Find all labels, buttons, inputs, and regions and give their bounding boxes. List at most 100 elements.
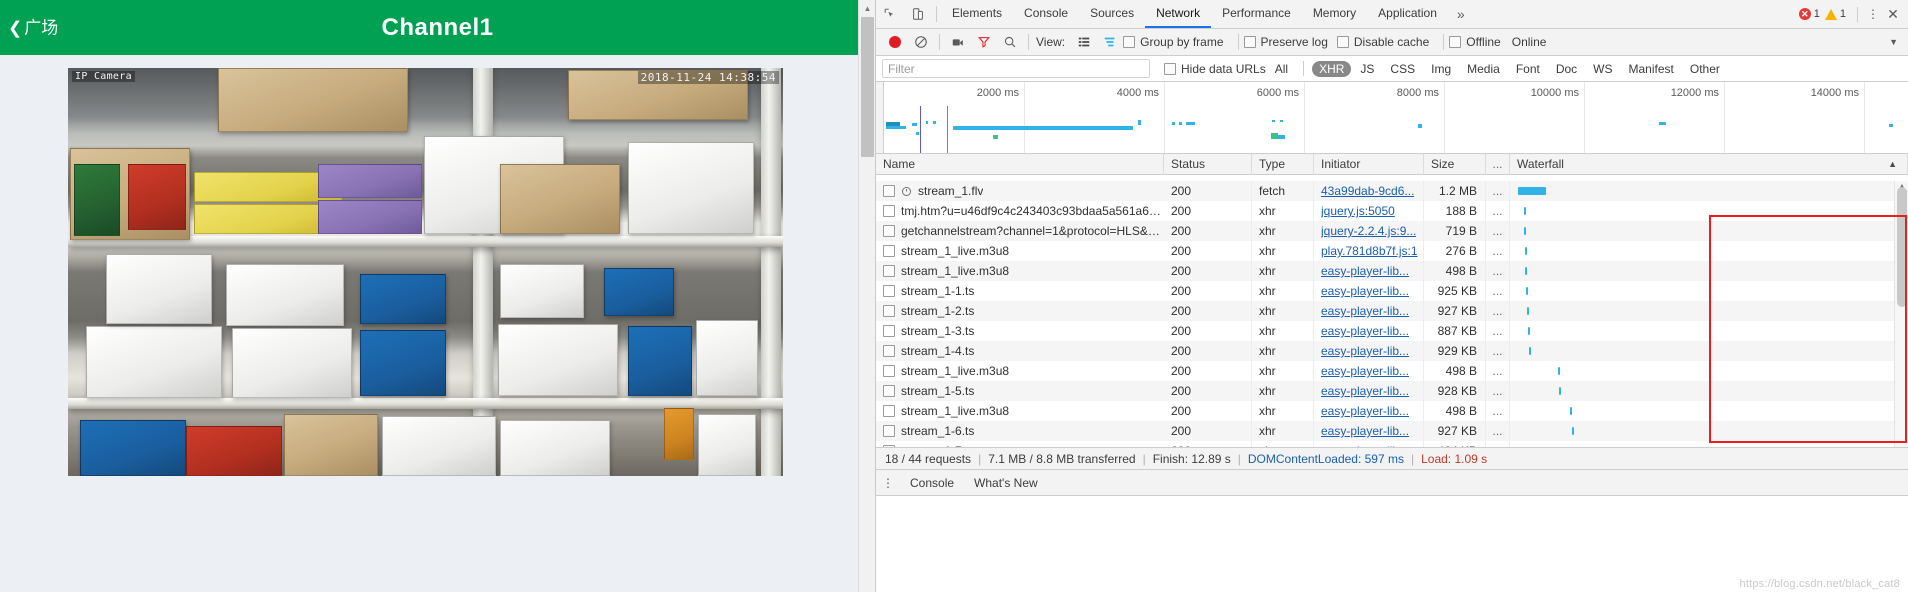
initiator-link[interactable]: easy-player-lib... (1321, 344, 1409, 358)
resource-filter-js[interactable]: JS (1353, 61, 1381, 77)
request-initiator[interactable]: jquery-2.2.4.js:9... (1314, 221, 1424, 241)
request-name-cell[interactable]: stream_1_live.m3u8 (876, 364, 1164, 378)
table-row[interactable]: tmj.htm?u=u46df9c4c243403c93bdaa5a561a69… (876, 201, 1908, 221)
initiator-link[interactable]: easy-player-lib... (1321, 384, 1409, 398)
table-row[interactable]: getchannelstream?channel=1&protocol=HLS&… (876, 221, 1908, 241)
back-button[interactable]: ❮ 广场 (8, 19, 58, 36)
column-header-overflow[interactable]: ... (1486, 153, 1510, 175)
requests-table-scrollbar[interactable]: ▲ (1894, 181, 1908, 447)
initiator-link[interactable]: easy-player-lib... (1321, 304, 1409, 318)
clear-button[interactable] (908, 31, 934, 53)
tab-sources[interactable]: Sources (1079, 0, 1145, 28)
scroll-up-arrow-icon[interactable]: ▲ (859, 0, 875, 17)
request-initiator[interactable]: easy-player-lib... (1314, 261, 1424, 281)
resource-filter-xhr[interactable]: XHR (1312, 60, 1352, 77)
request-name-cell[interactable]: getchannelstream?channel=1&protocol=HLS&… (876, 224, 1164, 238)
initiator-link[interactable]: easy-player-lib... (1321, 284, 1409, 298)
tab-performance[interactable]: Performance (1211, 0, 1302, 28)
row-checkbox[interactable] (883, 365, 895, 377)
request-name-cell[interactable]: stream_1-1.ts (876, 284, 1164, 298)
request-name-cell[interactable]: stream_1.flv (876, 184, 1164, 198)
request-name-cell[interactable]: stream_1_live.m3u8 (876, 404, 1164, 418)
request-name-cell[interactable]: tmj.htm?u=u46df9c4c243403c93bdaa5a561a69… (876, 204, 1164, 218)
drawer-tab-whats-new[interactable]: What's New (964, 476, 1048, 490)
view-list-icon[interactable] (1071, 31, 1097, 53)
throttling-value[interactable]: Online (1512, 35, 1547, 49)
column-header-initiator[interactable]: Initiator (1314, 153, 1424, 175)
video-player[interactable]: IP Camera 2018-11-24 14:38:54 (68, 68, 783, 476)
initiator-link[interactable]: easy-player-lib... (1321, 424, 1409, 438)
resource-filter-img[interactable]: Img (1424, 61, 1458, 77)
request-initiator[interactable]: easy-player-lib... (1314, 361, 1424, 381)
search-icon[interactable] (997, 31, 1023, 53)
view-waterfall-icon[interactable] (1097, 31, 1123, 53)
request-initiator[interactable]: easy-player-lib... (1314, 321, 1424, 341)
resource-filter-all[interactable]: All (1268, 61, 1295, 77)
table-row[interactable]: stream_1-2.ts 200 xhr easy-player-lib...… (876, 301, 1908, 321)
request-name-cell[interactable]: stream_1_live.m3u8 (876, 244, 1164, 258)
request-name-cell[interactable]: stream_1-4.ts (876, 344, 1164, 358)
error-badge[interactable]: ✕ 1 (1798, 8, 1820, 20)
column-header-status[interactable]: Status (1164, 153, 1252, 175)
resource-filter-ws[interactable]: WS (1586, 61, 1619, 77)
capture-screenshots-button[interactable] (945, 31, 971, 53)
row-checkbox[interactable] (883, 265, 895, 277)
resource-filter-css[interactable]: CSS (1383, 61, 1422, 77)
hide-data-urls-checkbox[interactable]: Hide data URLs (1164, 62, 1266, 76)
request-name-cell[interactable]: stream_1-5.ts (876, 384, 1164, 398)
initiator-link[interactable]: 43a99dab-9cd6... (1321, 184, 1414, 198)
row-checkbox[interactable] (883, 185, 895, 197)
row-checkbox[interactable] (883, 345, 895, 357)
tab-memory[interactable]: Memory (1302, 0, 1367, 28)
resource-filter-other[interactable]: Other (1683, 61, 1727, 77)
request-initiator[interactable]: easy-player-lib... (1314, 421, 1424, 441)
chevron-down-icon[interactable]: ▼ (1889, 37, 1898, 47)
inspect-element-icon[interactable] (876, 0, 904, 28)
row-checkbox[interactable] (883, 285, 895, 297)
group-by-frame-checkbox[interactable]: Group by frame (1123, 35, 1224, 49)
row-checkbox[interactable] (883, 305, 895, 317)
table-row[interactable]: stream_1-5.ts 200 xhr easy-player-lib...… (876, 381, 1908, 401)
row-checkbox[interactable] (883, 325, 895, 337)
column-header-type[interactable]: Type (1252, 153, 1314, 175)
column-header-name[interactable]: Name (876, 153, 1164, 175)
resource-filter-manifest[interactable]: Manifest (1622, 61, 1681, 77)
tab-application[interactable]: Application (1367, 0, 1448, 28)
device-toolbar-icon[interactable] (904, 0, 932, 28)
row-checkbox[interactable] (883, 225, 895, 237)
request-initiator[interactable]: easy-player-lib... (1314, 341, 1424, 361)
table-row[interactable]: stream_1_live.m3u8 200 xhr easy-player-l… (876, 261, 1908, 281)
request-initiator[interactable]: easy-player-lib... (1314, 381, 1424, 401)
preserve-log-checkbox[interactable]: Preserve log (1243, 35, 1328, 49)
more-tabs-icon[interactable]: » (1448, 0, 1474, 28)
disable-cache-checkbox[interactable]: Disable cache (1336, 35, 1429, 49)
page-scrollbar[interactable]: ▲ (858, 0, 875, 592)
offline-checkbox[interactable]: Offline (1449, 35, 1501, 49)
resource-filter-font[interactable]: Font (1509, 61, 1547, 77)
table-row[interactable]: stream_1-6.ts 200 xhr easy-player-lib...… (876, 421, 1908, 441)
devtools-menu-icon[interactable]: ⋮ (1864, 7, 1882, 21)
close-icon[interactable]: ✕ (1882, 6, 1904, 23)
table-row[interactable]: stream_1_live.m3u8 200 xhr easy-player-l… (876, 361, 1908, 381)
row-checkbox[interactable] (883, 385, 895, 397)
table-row[interactable]: stream_1.flv 200 fetch 43a99dab-9cd6... … (876, 181, 1908, 201)
table-row[interactable]: stream_1-4.ts 200 xhr easy-player-lib...… (876, 341, 1908, 361)
row-checkbox[interactable] (883, 405, 895, 417)
table-row[interactable]: stream_1-3.ts 200 xhr easy-player-lib...… (876, 321, 1908, 341)
request-name-cell[interactable]: stream_1-3.ts (876, 324, 1164, 338)
filter-icon[interactable] (971, 31, 997, 53)
request-initiator[interactable]: 43a99dab-9cd6... (1314, 181, 1424, 201)
filter-input[interactable] (882, 59, 1150, 78)
request-initiator[interactable]: easy-player-lib... (1314, 401, 1424, 421)
resource-filter-media[interactable]: Media (1460, 61, 1507, 77)
initiator-link[interactable]: easy-player-lib... (1321, 364, 1409, 378)
request-initiator[interactable]: play.781d8b7f.js:1 (1314, 241, 1424, 261)
drawer-menu-icon[interactable]: ⋮ (876, 476, 900, 490)
initiator-link[interactable]: easy-player-lib... (1321, 404, 1409, 418)
network-overview-timeline[interactable]: 2000 ms 4000 ms 6000 ms 8000 ms 10000 ms… (876, 82, 1908, 154)
initiator-link[interactable]: jquery.js:5050 (1321, 204, 1395, 218)
request-name-cell[interactable]: stream_1-2.ts (876, 304, 1164, 318)
initiator-link[interactable]: easy-player-lib... (1321, 264, 1409, 278)
tab-network[interactable]: Network (1145, 0, 1212, 28)
initiator-link[interactable]: play.781d8b7f.js:1 (1321, 244, 1418, 258)
